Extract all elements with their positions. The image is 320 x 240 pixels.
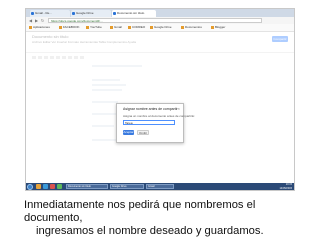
tab-label: Google Drive — [76, 11, 94, 15]
browser-tab[interactable]: Google Drive — [71, 10, 111, 17]
tab-label: Documento sin título — [117, 11, 145, 15]
bookmarks-bar: Aplicaciones FACEBOOK YouTube Gmail CORR… — [26, 24, 294, 32]
bookmark-item[interactable]: Blogger — [211, 25, 225, 30]
browser-tab-bar: Gmail - Re... Google Drive Documento sin… — [26, 9, 294, 23]
bookmark-icon — [128, 26, 131, 29]
bookmark-item[interactable]: CORREO — [128, 25, 145, 30]
forward-arrow-icon[interactable]: ▶ — [34, 18, 39, 23]
dialog-prompt: Asigna un nombre al documento antes de c… — [123, 114, 196, 118]
media-icon[interactable] — [50, 184, 55, 189]
bookmark-item[interactable]: Google Drive — [150, 25, 172, 30]
bookmark-icon — [211, 26, 214, 29]
slide-caption: Inmediatamente nos pedirá que nombremos … — [24, 199, 314, 238]
taskbar-app[interactable]: Gmail — [146, 184, 174, 189]
url-input[interactable]: https://docs.google.com/document/d/... — [48, 18, 262, 23]
document-name-input[interactable]: Tarea — [123, 120, 175, 125]
bookmark-item[interactable]: FACEBOOK — [59, 25, 80, 30]
tab-label: Gmail - Re... — [35, 11, 52, 15]
window-controls — [278, 10, 292, 23]
screenshot-frame: Gmail - Re... Google Drive Documento sin… — [25, 8, 295, 191]
tab-favicon-icon — [113, 12, 116, 15]
browser-tab[interactable]: Gmail - Re... — [30, 10, 70, 17]
clock-date: 14/05/2015 — [279, 186, 292, 190]
close-icon[interactable]: × — [178, 106, 180, 111]
app-icon[interactable] — [57, 184, 62, 189]
caption-line-2: ingresamos el nombre deseado y guardamos… — [36, 225, 264, 237]
bookmark-item[interactable]: Aplicaciones — [29, 25, 50, 30]
browser-icon[interactable] — [43, 184, 48, 189]
taskbar-app[interactable]: Google Drive — [110, 184, 144, 189]
reload-icon[interactable]: ↻ — [40, 18, 45, 23]
explorer-icon[interactable] — [36, 184, 41, 189]
dialog-title: Asignar nombre antes de compartir — [123, 107, 178, 111]
bookmark-icon — [59, 26, 62, 29]
browser-tab-active[interactable]: Documento sin título — [112, 10, 156, 17]
skip-button[interactable]: Omitir — [137, 130, 149, 135]
bookmark-item[interactable]: Gmail — [110, 25, 122, 30]
bookmark-icon — [181, 26, 184, 29]
taskbar-clock[interactable]: 10:15 14/05/2015 — [279, 183, 292, 190]
caption-line-1: Inmediatamente nos pedirá que nombremos … — [24, 199, 256, 224]
bookmark-icon — [86, 26, 89, 29]
bookmark-item[interactable]: YouTube — [86, 25, 102, 30]
taskbar-app[interactable]: Documento sin título — [66, 184, 108, 189]
windows-taskbar: Documento sin título Google Drive Gmail … — [26, 183, 294, 190]
bookmark-icon — [29, 26, 32, 29]
tab-favicon-icon — [31, 12, 34, 15]
name-document-dialog: Asignar nombre antes de compartir × Asig… — [116, 103, 195, 143]
back-arrow-icon[interactable]: ◀ — [28, 18, 33, 23]
bookmark-item[interactable]: Documentos — [181, 25, 202, 30]
ok-button[interactable]: Aceptar — [123, 130, 134, 135]
start-button-icon[interactable] — [27, 183, 33, 190]
bookmark-icon — [110, 26, 113, 29]
bookmark-icon — [150, 26, 153, 29]
tab-favicon-icon — [72, 12, 75, 15]
